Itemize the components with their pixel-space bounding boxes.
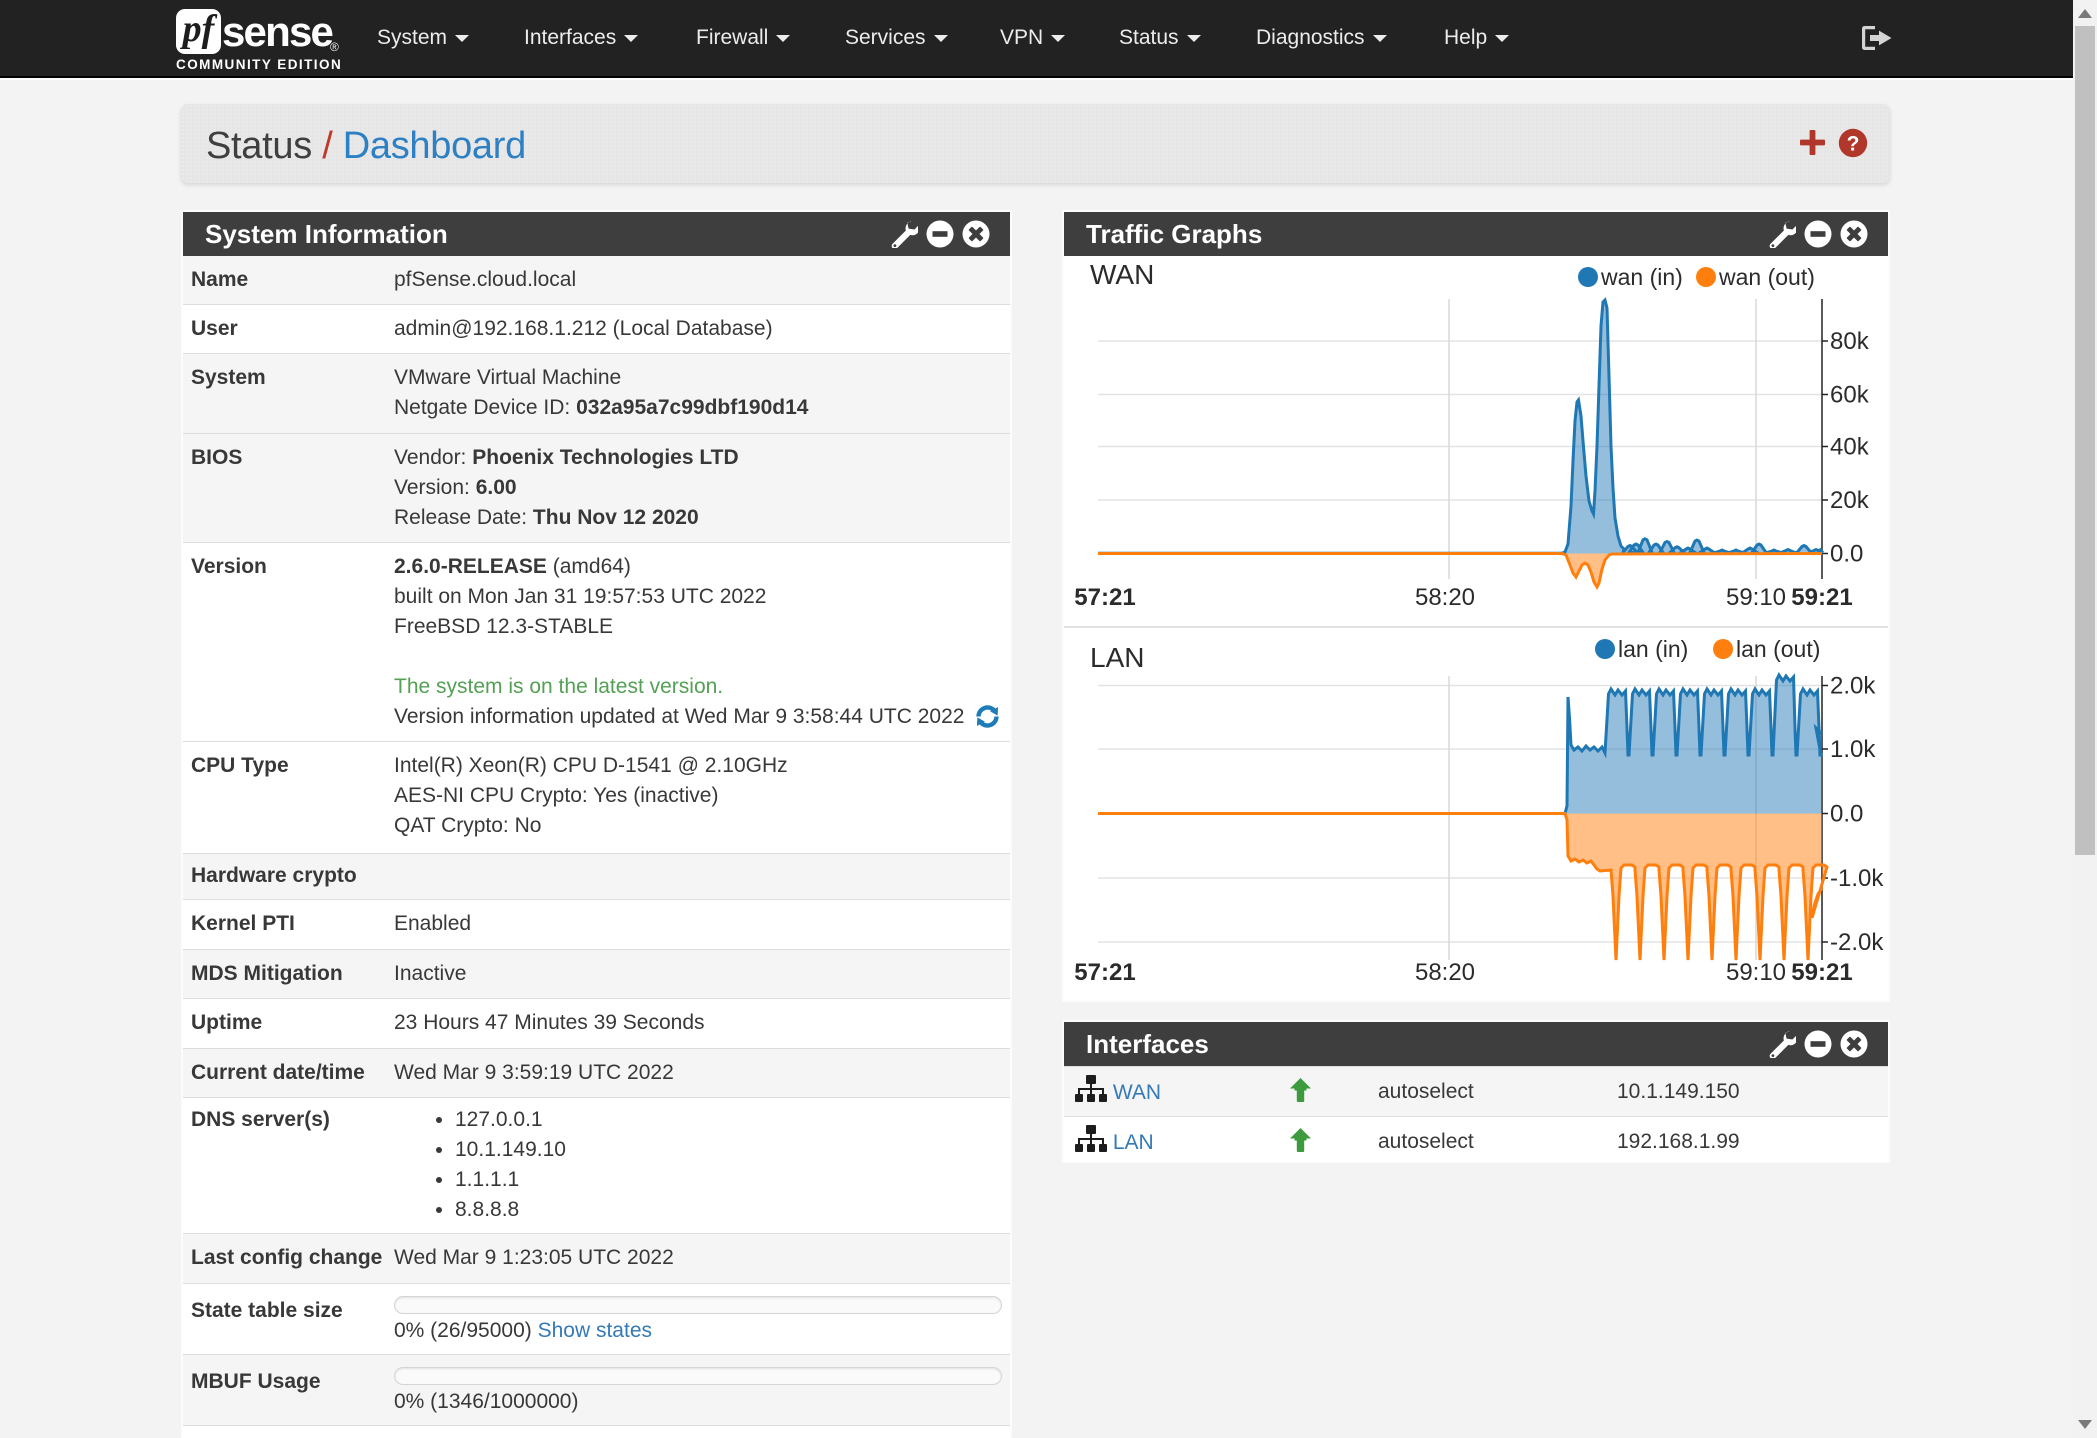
svg-text:WAN: WAN	[1090, 259, 1154, 290]
svg-text:40k: 40k	[1830, 434, 1870, 461]
svg-text:59:21: 59:21	[1791, 959, 1852, 986]
svg-text:LAN: LAN	[1090, 642, 1144, 673]
svg-text:59:21: 59:21	[1791, 584, 1852, 611]
svg-text:0.0: 0.0	[1830, 801, 1863, 828]
svg-text:58:20: 58:20	[1415, 959, 1475, 986]
svg-text:58:20: 58:20	[1415, 584, 1475, 611]
svg-text:wan (out): wan (out)	[1718, 264, 1815, 290]
svg-text:2.0k: 2.0k	[1830, 673, 1876, 700]
svg-text:20k: 20k	[1830, 487, 1870, 514]
svg-text:lan (in): lan (in)	[1618, 636, 1688, 662]
svg-text:-1.0k: -1.0k	[1830, 865, 1884, 892]
svg-text:60k: 60k	[1830, 382, 1870, 409]
svg-text:80k: 80k	[1830, 328, 1870, 355]
svg-text:?: ?	[1847, 133, 1860, 156]
svg-text:-2.0k: -2.0k	[1830, 929, 1884, 956]
svg-text:59:10: 59:10	[1726, 959, 1786, 986]
svg-text:57:21: 57:21	[1074, 959, 1135, 986]
svg-text:1.0k: 1.0k	[1830, 736, 1876, 763]
svg-text:lan (out): lan (out)	[1736, 636, 1820, 662]
svg-text:wan (in): wan (in)	[1600, 264, 1683, 290]
svg-text:0.0: 0.0	[1830, 541, 1863, 568]
svg-text:59:10: 59:10	[1726, 584, 1786, 611]
svg-text:57:21: 57:21	[1074, 584, 1135, 611]
